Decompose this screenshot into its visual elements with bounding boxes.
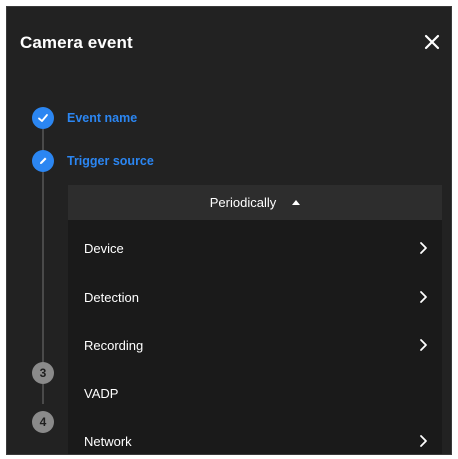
menu-item-label: Recording bbox=[84, 337, 144, 353]
stepper-rail bbox=[42, 384, 44, 404]
step-2-label[interactable]: Trigger source bbox=[67, 154, 154, 168]
menu-item-device[interactable]: Device bbox=[68, 226, 442, 270]
step-4-indicator: 4 bbox=[32, 411, 54, 433]
step-2-indicator bbox=[32, 150, 54, 172]
step-3-number: 3 bbox=[39, 366, 47, 380]
step-3-indicator: 3 bbox=[32, 362, 54, 384]
menu-item-recording[interactable]: Recording bbox=[68, 323, 442, 367]
chevron-right-icon bbox=[418, 241, 428, 255]
step-4-number: 4 bbox=[39, 415, 47, 429]
trigger-source-dropdown[interactable]: Periodically bbox=[68, 185, 442, 220]
menu-item-label: VADP bbox=[84, 385, 119, 401]
chevron-right-icon bbox=[418, 338, 428, 352]
menu-item-vadp[interactable]: VADP bbox=[68, 371, 442, 415]
dropdown-selected-value: Periodically bbox=[209, 195, 277, 210]
menu-item-network[interactable]: Network bbox=[68, 419, 442, 454]
menu-item-label: Network bbox=[84, 433, 132, 449]
chevron-right-icon bbox=[418, 290, 428, 304]
pencil-icon bbox=[40, 157, 47, 164]
menu-item-detection[interactable]: Detection bbox=[68, 275, 442, 319]
caret-up-icon bbox=[292, 200, 301, 205]
stepper-rail bbox=[42, 172, 44, 362]
chevron-right-icon bbox=[418, 434, 428, 448]
menu-item-label: Detection bbox=[84, 289, 139, 305]
dialog-title: Camera event bbox=[20, 33, 133, 52]
close-icon[interactable] bbox=[421, 31, 443, 53]
camera-event-dialog: Camera event Event name Trigger source 3… bbox=[6, 6, 452, 455]
menu-item-label: Device bbox=[84, 240, 124, 256]
step-1-label[interactable]: Event name bbox=[67, 111, 137, 125]
step-1-indicator bbox=[32, 107, 54, 129]
check-icon bbox=[38, 114, 48, 122]
trigger-source-menu: Device Detection Recording VADP Network bbox=[68, 220, 442, 454]
stepper-rail bbox=[42, 129, 44, 151]
